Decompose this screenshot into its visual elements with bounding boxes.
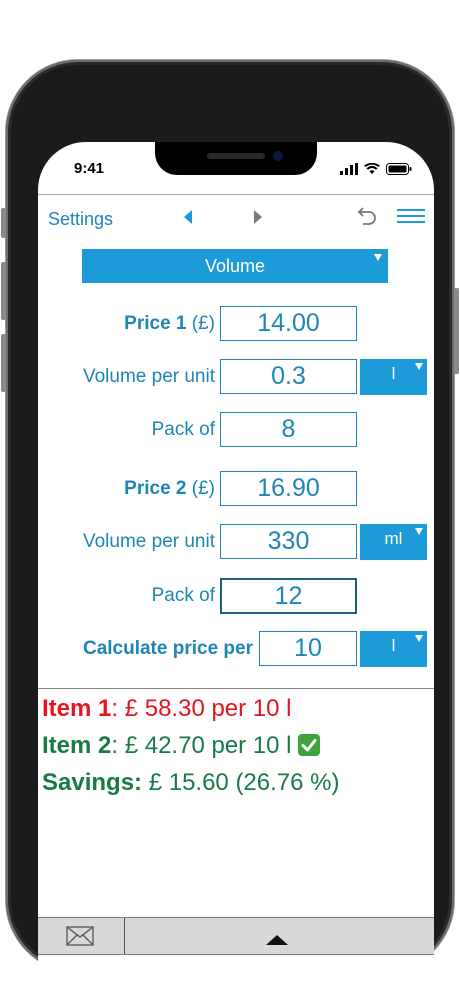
volume-1-unit-select[interactable]: l (360, 359, 427, 395)
hamburger-menu-icon[interactable] (397, 208, 425, 224)
mode-dropdown-value: Volume (204, 256, 266, 276)
pack-1-input[interactable]: 8 (220, 412, 357, 447)
volume-2-label: Volume per unit (82, 531, 215, 552)
volume-up-button (1, 262, 6, 320)
dropdown-caret-icon (415, 635, 423, 642)
result-savings: Savings: £ 15.60 (26.76 %) (42, 769, 340, 797)
bottom-bar-divider (124, 918, 125, 954)
front-camera (273, 151, 283, 161)
check-mark-icon (298, 734, 321, 756)
bottom-bar (38, 917, 434, 955)
calculate-quantity-input[interactable]: 10 (259, 631, 357, 666)
results-divider (38, 688, 434, 689)
result-item-1-text: : £ 58.30 per 10 l (111, 695, 292, 722)
price-2-input[interactable]: 16.90 (220, 471, 357, 506)
calculate-unit-value: l (391, 636, 396, 655)
mute-switch (1, 208, 6, 238)
device-notch (155, 142, 317, 175)
status-divider (38, 194, 434, 195)
pack-2-label: Pack of (151, 585, 215, 606)
price-1-label: Price 1 (£) (124, 313, 215, 334)
price-1-currency: (£) (191, 313, 215, 334)
price-2-label: Price 2 (£) (124, 478, 215, 499)
result-item-1-label: Item 1 (42, 695, 112, 722)
volume-2-unit-value: ml (384, 529, 403, 548)
calculate-label: Calculate price per (82, 638, 253, 659)
result-savings-label: Savings: (42, 769, 143, 796)
next-arrow-icon[interactable] (247, 207, 267, 227)
power-button (454, 288, 459, 374)
volume-1-input[interactable]: 0.3 (220, 359, 357, 394)
volume-1-unit-value: l (391, 364, 396, 383)
undo-icon[interactable] (355, 205, 379, 229)
speaker-grille (207, 153, 265, 159)
dropdown-caret-icon (415, 528, 423, 535)
app-screen: 9:41 Settings Volume Price 1 (£) 14.00 V… (38, 142, 434, 1006)
result-item-2-label: Item 2 (42, 732, 112, 759)
status-time: 9:41 (74, 160, 105, 177)
price-1-input[interactable]: 14.00 (220, 306, 357, 341)
triangle-up-icon[interactable] (266, 935, 288, 945)
dropdown-caret-icon (374, 254, 382, 261)
volume-2-input[interactable]: 330 (220, 524, 357, 559)
status-icons (340, 162, 412, 176)
settings-link[interactable]: Settings (48, 209, 113, 230)
price-2-currency: (£) (191, 478, 215, 499)
battery-icon (386, 163, 412, 175)
result-item-2-text: : £ 42.70 per 10 l (111, 732, 292, 759)
volume-2-unit-select[interactable]: ml (360, 524, 427, 560)
mode-dropdown[interactable]: Volume (82, 249, 388, 283)
dropdown-caret-icon (415, 363, 423, 370)
calculate-unit-select[interactable]: l (360, 631, 427, 667)
volume-down-button (1, 334, 6, 392)
pack-1-label: Pack of (151, 419, 215, 440)
result-item-1: Item 1: £ 58.30 per 10 l (42, 695, 292, 723)
pack-2-input[interactable]: 12 (220, 578, 357, 614)
envelope-icon[interactable] (66, 926, 94, 946)
result-item-2: Item 2: £ 42.70 per 10 l (42, 732, 321, 760)
result-savings-text: £ 15.60 (26.76 %) (142, 769, 340, 796)
cellular-signal-icon (340, 163, 358, 175)
wifi-icon (364, 163, 380, 174)
phone-frame: 9:41 Settings Volume Price 1 (£) 14.00 V… (6, 60, 454, 1006)
volume-1-label: Volume per unit (82, 366, 215, 387)
previous-arrow-icon[interactable] (179, 207, 199, 227)
